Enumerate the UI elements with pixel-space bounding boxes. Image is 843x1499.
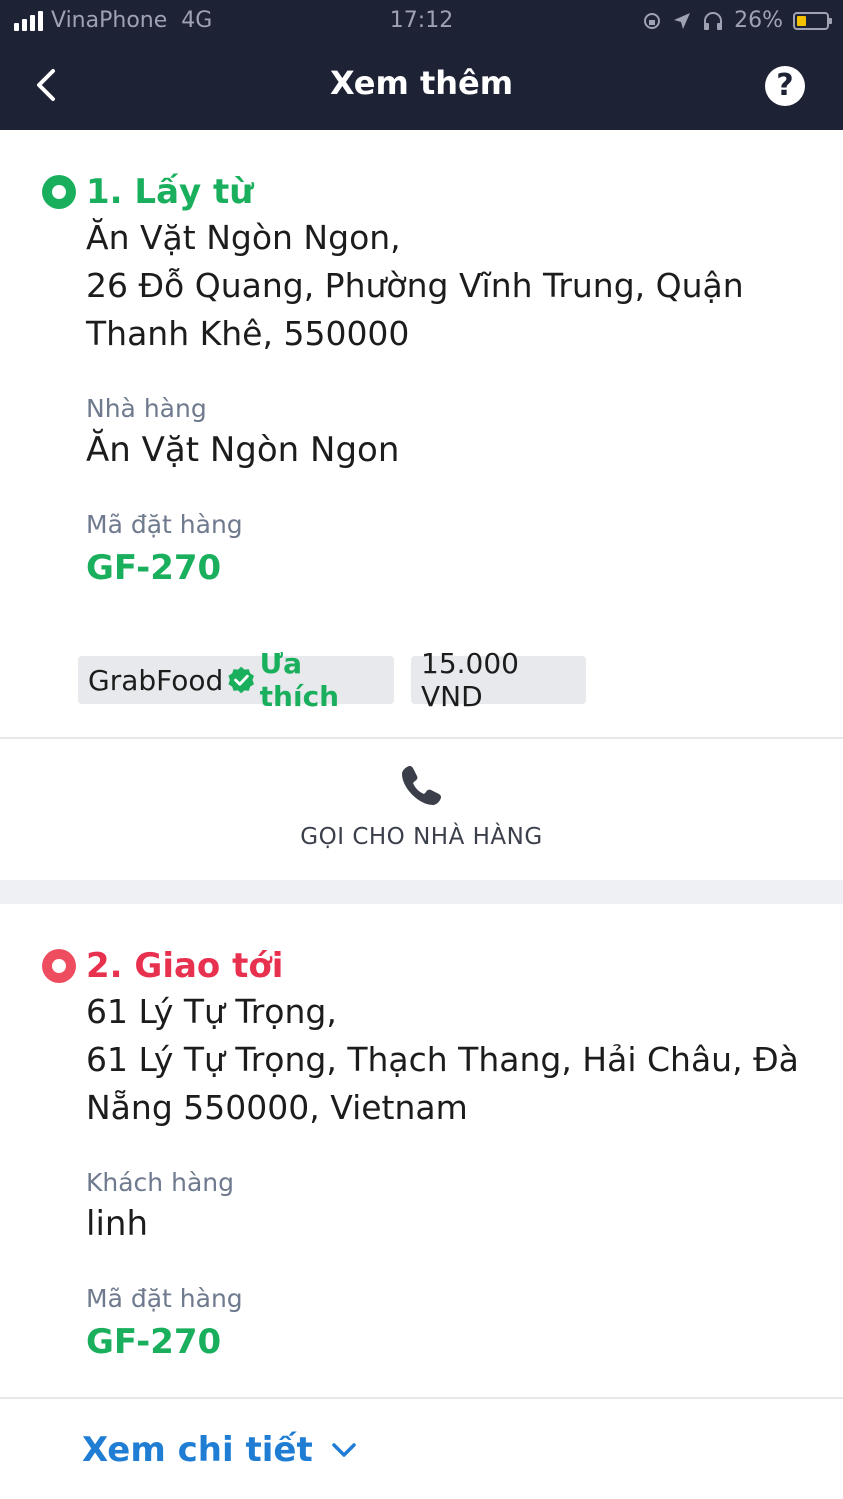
pickup-section: 1. Lấy từ Ăn Vặt Ngòn Ngon, 26 Đỗ Quang,… bbox=[0, 130, 843, 880]
call-restaurant-label: GỌI CHO NHÀ HÀNG bbox=[300, 824, 543, 850]
dropoff-title: 2. Giao tới bbox=[86, 946, 284, 986]
view-details-button[interactable]: Xem chi tiết bbox=[82, 1430, 357, 1470]
pickup-address-line2: 26 Đỗ Quang, Phường Vĩnh Trung, Quận bbox=[86, 266, 744, 305]
customer-name: linh bbox=[86, 1204, 148, 1244]
dropoff-order-code: GF-270 bbox=[86, 1322, 222, 1362]
pickup-title: 1. Lấy từ bbox=[86, 172, 254, 212]
restaurant-name: Ăn Vặt Ngòn Ngon bbox=[86, 430, 400, 470]
chevron-down-icon bbox=[331, 1443, 356, 1457]
divider bbox=[0, 737, 843, 739]
status-bar: VinaPhone 4G 17:12 26% bbox=[0, 0, 843, 42]
price-tag: 15.000 VND bbox=[411, 647, 586, 713]
page-title: Xem thêm bbox=[329, 64, 514, 102]
dropoff-section: 2. Giao tới 61 Lý Tự Trọng, 61 Lý Tự Trọ… bbox=[0, 904, 843, 1499]
divider bbox=[0, 1397, 843, 1399]
battery-icon bbox=[793, 11, 832, 30]
dropoff-address-line3: Nẵng 550000, Vietnam bbox=[86, 1088, 468, 1127]
pickup-address: Ăn Vặt Ngòn Ngon, 26 Đỗ Quang, Phường Vĩ… bbox=[86, 214, 806, 358]
dropoff-order-label: Mã đặt hàng bbox=[86, 1284, 243, 1313]
service-tag-label: GrabFood bbox=[88, 663, 224, 697]
dropoff-address-line1: 61 Lý Tự Trọng, bbox=[86, 992, 337, 1031]
rotation-lock-icon bbox=[644, 12, 661, 29]
help-icon[interactable]: ? bbox=[765, 66, 805, 106]
view-details-label: Xem chi tiết bbox=[82, 1430, 313, 1470]
pickup-dot-icon bbox=[42, 175, 76, 209]
dropoff-dot-icon bbox=[42, 949, 76, 983]
section-gap bbox=[0, 880, 843, 904]
customer-label: Khách hàng bbox=[86, 1168, 234, 1197]
restaurant-label: Nhà hàng bbox=[86, 394, 207, 423]
dropoff-header: 2. Giao tới bbox=[42, 946, 283, 986]
battery-percent: 26% bbox=[734, 8, 783, 33]
location-arrow-icon bbox=[674, 12, 691, 29]
top-bar: VinaPhone 4G 17:12 26% Xem thêm ? bbox=[0, 0, 843, 130]
dropoff-address: 61 Lý Tự Trọng, 61 Lý Tự Trọng, Thạch Th… bbox=[86, 988, 806, 1132]
pickup-order-label: Mã đặt hàng bbox=[86, 510, 243, 539]
pickup-address-line1: Ăn Vặt Ngòn Ngon, bbox=[86, 218, 401, 257]
dropoff-address-line2: 61 Lý Tự Trọng, Thạch Thang, Hải Châu, Đ… bbox=[86, 1040, 799, 1079]
pickup-header: 1. Lấy từ bbox=[42, 172, 253, 212]
headphones-icon bbox=[704, 11, 723, 30]
pickup-address-line3: Thanh Khê, 550000 bbox=[86, 314, 410, 353]
service-tag: GrabFood Ưa thích bbox=[78, 647, 394, 713]
verified-badge-icon bbox=[228, 666, 255, 694]
favorite-tag-label: Ưa thích bbox=[259, 647, 340, 713]
call-restaurant-button[interactable]: GỌI CHO NHÀ HÀNG bbox=[0, 740, 843, 880]
status-right: 26% bbox=[642, 8, 832, 33]
pickup-order-code: GF-270 bbox=[86, 548, 222, 588]
phone-icon bbox=[402, 766, 441, 805]
